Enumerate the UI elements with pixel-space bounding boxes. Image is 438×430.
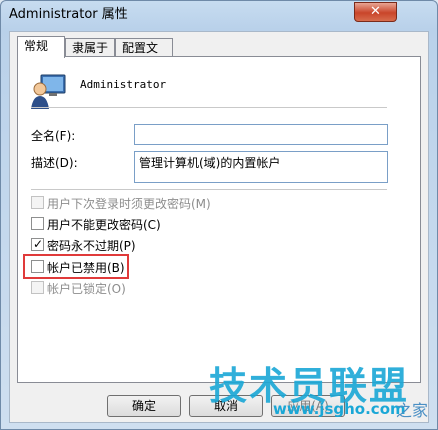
tab-profile[interactable]: 配置文件 [115,38,173,73]
window-title: Administrator 属性 [9,7,128,22]
password-never-expires-checkbox[interactable]: ✓ [31,237,44,251]
user-name: Administrator [80,78,167,91]
description-label: 描述(D): [31,156,78,170]
watermark-url: www.jsgho.com [273,400,406,418]
account-disabled-checkbox[interactable] [31,260,44,273]
must-change-password-checkbox[interactable] [31,196,44,209]
fullname-input[interactable] [134,124,388,145]
account-disabled-label: 帐户已禁用(B) [47,261,125,275]
must-change-password-label: 用户下次登录时须更改密码(M) [47,197,211,211]
cannot-change-password-label: 用户不能更改密码(C) [47,218,161,232]
watermark-suffix: 之家 [396,401,429,420]
tab-member-of[interactable]: 隶属于 [65,38,115,58]
tab-general-label: 常规 [24,39,49,53]
properties-window: Administrator 属性 ✕ 常规 隶属于 配置文件 Administr… [0,0,438,430]
tab-member-of-label: 隶属于 [72,41,109,55]
close-button[interactable]: ✕ [354,2,397,22]
checkmark-icon: ✓ [33,237,44,251]
tab-general[interactable]: 常规 [17,36,65,58]
account-locked-label: 帐户已锁定(O) [47,282,126,296]
separator-top [31,107,387,108]
account-locked-checkbox[interactable] [31,281,44,294]
description-input[interactable]: 管理计算机(域)的内置帐户 [134,151,388,183]
fullname-label: 全名(F): [31,129,76,143]
ok-button[interactable]: 确定 [107,395,181,417]
close-icon: ✕ [370,4,381,19]
separator-mid [31,189,387,190]
user-computer-icon [31,74,66,109]
cannot-change-password-checkbox[interactable] [31,217,44,230]
password-never-expires-label: 密码永不过期(P) [47,239,136,253]
